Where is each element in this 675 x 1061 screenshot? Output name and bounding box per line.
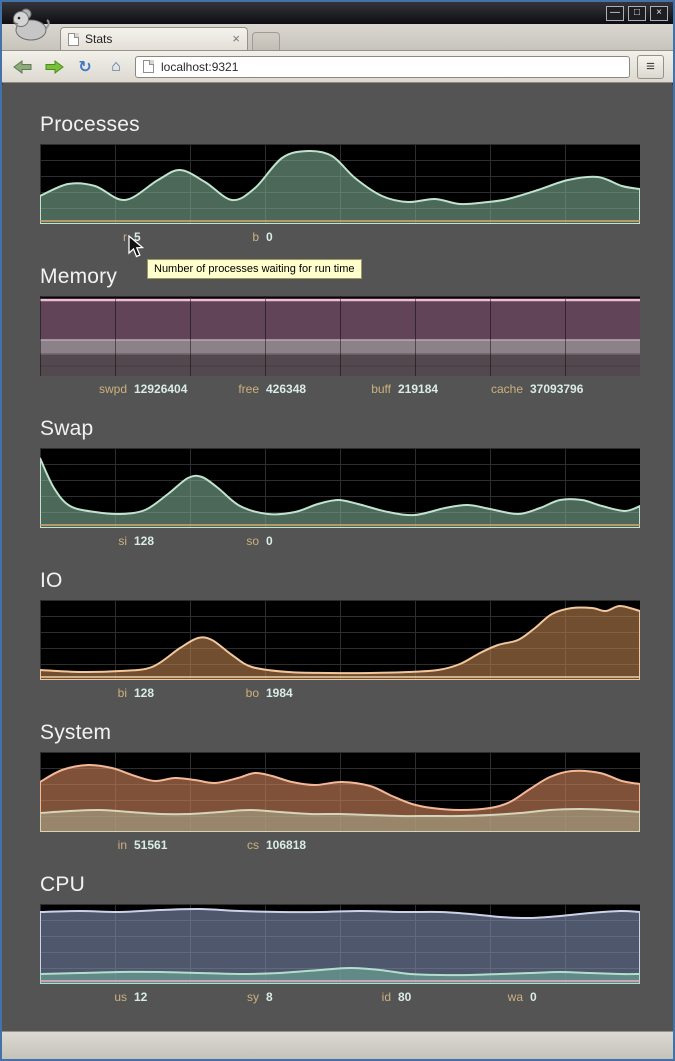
window-titlebar[interactable]: — □ × xyxy=(2,2,673,24)
stat-label: cache xyxy=(490,382,523,396)
tab-stats[interactable]: Stats × xyxy=(60,27,248,50)
memory-chart xyxy=(40,296,640,376)
home-button[interactable]: ⌂ xyxy=(104,56,128,78)
section-title: Swap xyxy=(40,417,94,440)
stat-value: 12 xyxy=(134,990,148,1004)
menu-button[interactable]: ≡ xyxy=(637,54,664,79)
stat-label: id xyxy=(381,990,391,1004)
stat-in[interactable]: in 51561 xyxy=(75,838,207,854)
section-title: Processes xyxy=(40,113,140,136)
stat-bi[interactable]: bi 128 xyxy=(75,686,207,702)
stat-label: in xyxy=(117,838,127,852)
stat-value: 8 xyxy=(266,990,273,1004)
stat-value: 51561 xyxy=(134,838,168,852)
browser-window: — □ × Stats × ↻ ⌂ localhost:9321 ≡ Proce… xyxy=(0,0,675,1061)
stat-value: 0 xyxy=(530,990,537,1004)
cpu-chart xyxy=(40,904,640,984)
stat-label: us xyxy=(114,990,127,1004)
io-chart xyxy=(40,600,640,680)
stat-label: bo xyxy=(245,686,259,700)
close-button[interactable]: × xyxy=(650,5,668,21)
stat-value: 128 xyxy=(134,534,155,548)
stat-value: 219184 xyxy=(398,382,439,396)
cursor-pointer-icon xyxy=(128,235,145,258)
forward-button[interactable] xyxy=(42,56,66,78)
stat-sy[interactable]: sy 8 xyxy=(207,990,339,1006)
maximize-button[interactable]: □ xyxy=(628,5,646,21)
tooltip: Number of processes waiting for run time xyxy=(147,259,362,279)
navigation-toolbar: ↻ ⌂ localhost:9321 ≡ xyxy=(2,51,673,83)
section-title: System xyxy=(40,721,112,744)
page-content: Processes r5 b0 Memory swpd 12926404 fre… xyxy=(2,85,673,1031)
url-text[interactable]: localhost:9321 xyxy=(161,60,238,74)
back-button[interactable] xyxy=(11,56,35,78)
stat-us[interactable]: us 12 xyxy=(75,990,207,1006)
stat-si[interactable]: si 128 xyxy=(75,534,207,550)
stat-wa[interactable]: wa 0 xyxy=(471,990,603,1006)
stat-label: so xyxy=(246,534,259,548)
stat-value: 0 xyxy=(266,534,273,548)
stats-row: swpd 12926404 free 426348 buff 219184 cache… xyxy=(40,382,673,398)
stat-free[interactable]: free 426348 xyxy=(207,382,339,398)
forward-arrow-icon xyxy=(45,59,64,74)
stats-row: us 12 sy 8 id 80 wa 0 xyxy=(40,990,673,1006)
stat-label: cs xyxy=(247,838,259,852)
stat-value: 1984 xyxy=(266,686,293,700)
stat-label: swpd xyxy=(98,382,127,396)
stat-id[interactable]: id 80 xyxy=(339,990,471,1006)
tab-title: Stats xyxy=(85,32,113,46)
minimize-button[interactable]: — xyxy=(606,5,624,21)
tab-close-icon[interactable]: × xyxy=(232,32,240,45)
stat-label: r xyxy=(123,230,127,244)
stats-row: in 51561 cs 106818 xyxy=(40,838,673,854)
tab-bar: Stats × xyxy=(2,24,673,51)
stat-buff[interactable]: buff 219184 xyxy=(339,382,471,398)
back-arrow-icon xyxy=(13,59,32,74)
stat-label: buff xyxy=(371,382,391,396)
stat-label: free xyxy=(238,382,259,396)
stat-so[interactable]: so 0 xyxy=(207,534,339,550)
page-icon xyxy=(68,32,79,46)
reload-button[interactable]: ↻ xyxy=(73,56,97,78)
url-bar[interactable]: localhost:9321 xyxy=(135,55,630,78)
url-page-icon xyxy=(143,60,154,73)
stat-value: 12926404 xyxy=(134,382,188,396)
stat-cs[interactable]: cs 106818 xyxy=(207,838,339,854)
stats-row: si 128 so 0 xyxy=(40,534,673,550)
stat-label: si xyxy=(118,534,127,548)
section-processes: Processes r5 b0 xyxy=(40,113,673,246)
stat-value: 0 xyxy=(266,230,273,244)
section-io: IO bi 128 bo 1984 xyxy=(40,569,673,702)
section-title: IO xyxy=(40,569,63,592)
stat-label: wa xyxy=(507,990,523,1004)
stat-label: bi xyxy=(117,686,127,700)
new-tab-button[interactable] xyxy=(252,32,280,50)
section-system: System in 51561 cs 106818 xyxy=(40,721,673,854)
stat-value: 37093796 xyxy=(530,382,584,396)
stat-bo[interactable]: bo 1984 xyxy=(207,686,339,702)
stat-value: 128 xyxy=(134,686,155,700)
system-chart xyxy=(40,752,640,832)
processes-chart xyxy=(40,144,640,224)
stat-b[interactable]: b0 xyxy=(207,230,339,246)
stat-label: sy xyxy=(247,990,259,1004)
section-cpu: CPU us 12 sy 8 id 80 wa 0 xyxy=(40,873,673,1006)
browser-logo-icon[interactable] xyxy=(9,6,51,44)
stat-value: 106818 xyxy=(266,838,307,852)
stat-swpd[interactable]: swpd 12926404 xyxy=(75,382,207,398)
window-status-bar xyxy=(2,1031,673,1059)
stat-cache[interactable]: cache 37093796 xyxy=(471,382,603,398)
stat-value: 426348 xyxy=(266,382,307,396)
section-memory: Memory swpd 12926404 free 426348 buff 21918… xyxy=(40,265,673,398)
stat-value: 80 xyxy=(398,990,412,1004)
stat-label: b xyxy=(252,230,259,244)
section-swap: Swap si 128 so 0 xyxy=(40,417,673,550)
swap-chart xyxy=(40,448,640,528)
section-title: CPU xyxy=(40,873,85,896)
stats-row: bi 128 bo 1984 xyxy=(40,686,673,702)
